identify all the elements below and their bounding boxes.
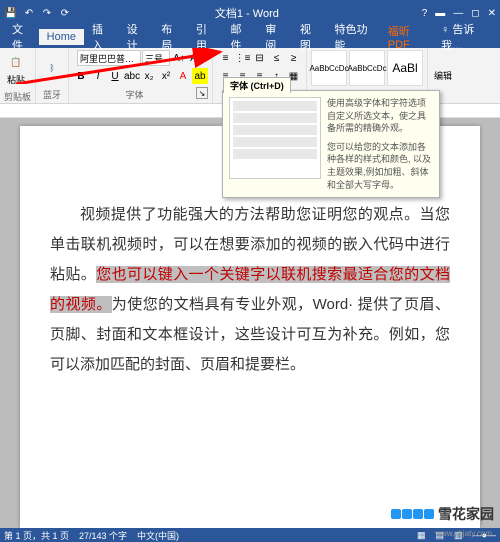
paste-label: 粘贴 <box>7 73 25 86</box>
group-bluetooth: ᛒ 蓝牙 <box>36 48 69 103</box>
bullets-icon[interactable]: ≡ <box>218 50 234 66</box>
group-label: 蓝牙 <box>40 88 64 101</box>
redo-icon[interactable]: ↷ <box>40 6 54 20</box>
highlight-button[interactable]: ab <box>192 68 208 84</box>
group-label: 字体 <box>73 88 196 101</box>
watermark-url: www.xhjaty.com <box>435 529 492 538</box>
close-icon[interactable]: ✕ <box>488 8 496 19</box>
paragraph[interactable]: 视频提供了功能强大的方法帮助您证明您的观点。当您单击联机视频时，可以在想要添加的… <box>50 200 450 380</box>
status-lang[interactable]: 中文(中国) <box>137 529 179 542</box>
group-font: A↑ A↓ B I U abc x₂ x² A ab 字体 ↘ <box>69 48 213 103</box>
status-page[interactable]: 第 1 页，共 1 页 <box>4 529 69 542</box>
style-nospace[interactable]: AaBbCcDc <box>349 50 385 86</box>
ribbon-tabs: 文件 Home 插入 设计 布局 引用 邮件 审阅 视图 特色功能 福昕PDF … <box>0 26 500 48</box>
status-words[interactable]: 27/143 个字 <box>79 529 127 542</box>
watermark-logo-icon <box>391 509 434 519</box>
paste-icon: 📋 <box>6 52 26 72</box>
bluetooth-icon: ᛒ <box>42 58 62 78</box>
tab-home[interactable]: Home <box>39 29 84 45</box>
maximize-icon[interactable]: ◻ <box>471 8 479 19</box>
font-dialog-tooltip: 字体 (Ctrl+D) 使用高级字体和字符选项自定义所选文本，使之具备所需的精确… <box>222 90 440 198</box>
save-icon[interactable]: 💾 <box>4 6 18 20</box>
view-read-icon[interactable]: ▦ <box>417 530 426 541</box>
watermark-text: 雪花家园 <box>438 504 494 524</box>
quick-access-toolbar: 💾 ↶ ↷ ⟳ <box>4 6 72 20</box>
tooltip-line1: 使用高级字体和字符选项自定义所选文本，使之具备所需的精确外观。 <box>327 97 433 135</box>
watermark: 雪花家园 <box>391 504 494 524</box>
indent-dec-icon[interactable]: ≤ <box>269 50 285 66</box>
group-label: 剪贴板 <box>4 90 31 103</box>
strike-button[interactable]: abc <box>124 68 140 84</box>
italic-button[interactable]: I <box>90 68 106 84</box>
undo-icon[interactable]: ↶ <box>22 6 36 20</box>
font-name-select[interactable] <box>77 50 141 66</box>
multilevel-icon[interactable]: ⊟ <box>252 50 268 66</box>
paste-button[interactable]: 📋 粘贴 <box>4 50 28 88</box>
indent-inc-icon[interactable]: ≥ <box>286 50 302 66</box>
underline-button[interactable]: U <box>107 68 123 84</box>
edit-button[interactable]: 编辑 <box>432 67 454 84</box>
style-normal[interactable]: AaBbCcDc <box>311 50 347 86</box>
font-size-select[interactable] <box>142 50 170 66</box>
numbering-icon[interactable]: ⋮≡ <box>235 50 251 66</box>
shrink-font-icon[interactable]: A↓ <box>188 50 204 66</box>
grow-font-icon[interactable]: A↑ <box>171 50 187 66</box>
style-heading1[interactable]: AaBl <box>387 50 423 86</box>
bold-button[interactable]: B <box>73 68 89 84</box>
window-controls: ? ▬ — ◻ ✕ <box>422 8 496 19</box>
tooltip-text: 使用高级字体和字符选项自定义所选文本，使之具备所需的精确外观。 您可以给您的文本… <box>327 97 433 191</box>
help-icon[interactable]: ? <box>422 8 428 19</box>
minimize-icon[interactable]: — <box>453 8 463 19</box>
status-bar: 第 1 页，共 1 页 27/143 个字 中文(中国) ▦ ▤ ▥ —●— <box>0 528 500 542</box>
group-clipboard: 📋 粘贴 剪贴板 <box>0 48 36 103</box>
sup-button[interactable]: x² <box>158 68 174 84</box>
tooltip-line2: 您可以给您的文本添加各种各样的样式和颜色, 以及主题效果,例如加粗、斜体和全部大… <box>327 141 433 191</box>
refresh-icon[interactable]: ⟳ <box>58 6 72 20</box>
bluetooth-button[interactable]: ᛒ <box>40 56 64 80</box>
font-dialog-launcher[interactable]: ↘ <box>196 87 208 99</box>
ribbon-toggle-icon[interactable]: ▬ <box>435 8 445 19</box>
tooltip-title: 字体 (Ctrl+D) <box>223 77 291 93</box>
font-color-button[interactable]: A <box>175 68 191 84</box>
tooltip-preview-image <box>229 97 321 179</box>
sub-button[interactable]: x₂ <box>141 68 157 84</box>
